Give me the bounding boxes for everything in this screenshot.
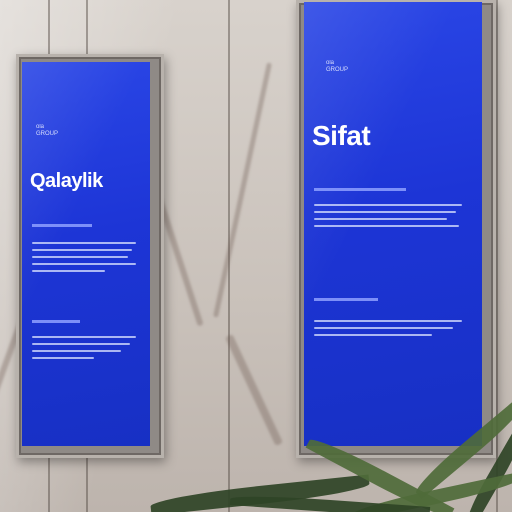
right-subheading-2 — [314, 298, 378, 301]
right-paragraph-2 — [314, 320, 462, 341]
right-logo-line1: ola — [326, 60, 335, 66]
left-logo-line2: GROUP — [36, 131, 59, 137]
right-logo-line2: GROUP — [326, 67, 349, 73]
left-title: Qalaylik — [30, 170, 103, 192]
left-paragraph-2 — [32, 336, 136, 364]
left-subheading — [32, 224, 92, 227]
left-paragraph-1 — [32, 242, 136, 277]
left-display-screen: ola GROUP Qalaylik — [22, 62, 150, 446]
right-subheading — [314, 188, 406, 191]
right-paragraph-1 — [314, 204, 462, 232]
left-subheading-2 — [32, 320, 80, 323]
right-logo: ola GROUP — [326, 60, 348, 74]
right-title: Sifat — [312, 120, 371, 151]
left-logo: ola GROUP — [36, 124, 58, 138]
right-display-screen: ola GROUP Sifat — [304, 2, 482, 446]
left-logo-line1: ola — [36, 124, 45, 130]
